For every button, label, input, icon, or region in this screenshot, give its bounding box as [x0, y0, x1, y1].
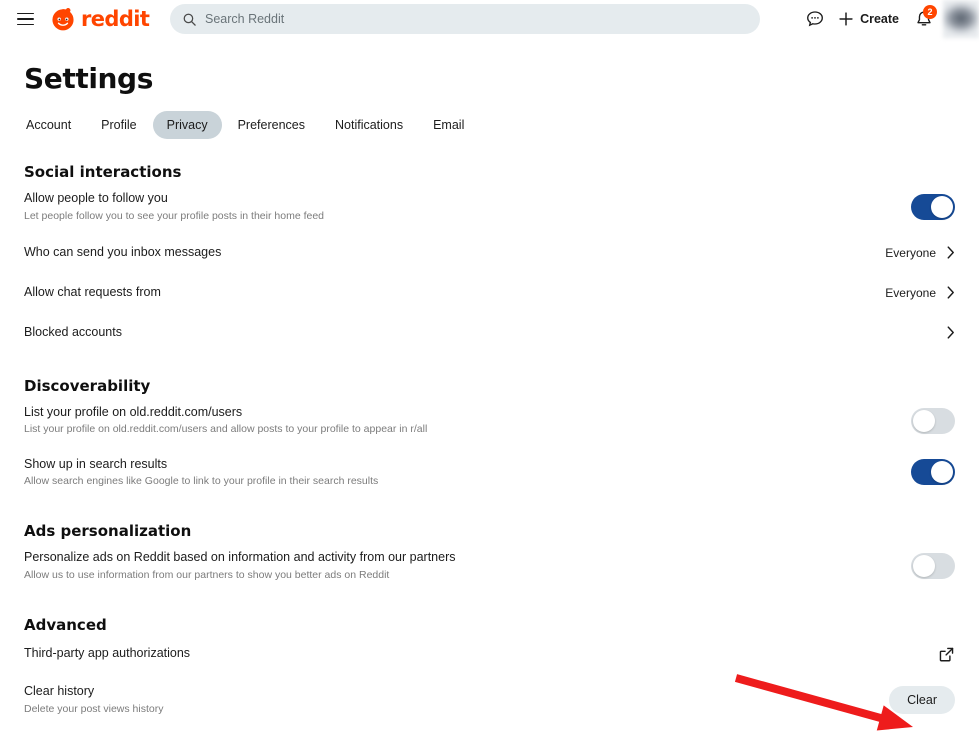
row-control — [911, 193, 955, 220]
row-label: Clear history — [24, 684, 95, 698]
row-text: Allow people to follow you Let people fo… — [24, 191, 324, 223]
row-control — [938, 646, 955, 663]
tab-privacy[interactable]: Privacy — [152, 111, 222, 139]
toggle-show-up-in-search-results[interactable] — [911, 459, 955, 486]
row-control: Clear — [889, 685, 955, 715]
chevron-right-icon[interactable] — [946, 325, 955, 340]
notifications-badge: 2 — [923, 5, 937, 19]
reddit-logo-icon — [52, 8, 74, 31]
row-description: Allow search engines like Google to link… — [24, 475, 379, 488]
row-label: Personalize ads on Reddit based on infor… — [24, 550, 456, 565]
row-text: Show up in search results Allow search e… — [24, 457, 378, 489]
create-button-label: Create — [860, 12, 899, 26]
toggle-knob — [913, 409, 935, 432]
section-title-ads-personalization: Ads personalization — [24, 522, 192, 541]
external-link-icon[interactable] — [938, 646, 955, 663]
reddit-logo[interactable]: reddit — [50, 6, 150, 32]
row-show-up-in-search-results[interactable]: Show up in search results Allow search e… — [24, 447, 955, 499]
top-navigation-bar: reddit Create — [0, 0, 979, 38]
row-clear-history[interactable]: Clear history Delete your post views his… — [24, 674, 955, 726]
row-label: Who can send you inbox messages — [24, 244, 222, 259]
row-control — [911, 407, 955, 434]
row-personalize-ads-on-reddit[interactable]: Personalize ads on Reddit based on infor… — [24, 540, 955, 592]
toggle-knob — [931, 461, 953, 484]
row-allow-people-to-follow-you[interactable]: Allow people to follow you Let people fo… — [24, 181, 955, 233]
reddit-logo-text: reddit — [81, 6, 150, 31]
settings-tabs: Account Profile Privacy Preferences Noti… — [12, 111, 955, 139]
row-description: Allow us to use information from our par… — [24, 568, 390, 581]
section-title-advanced: Advanced — [24, 616, 107, 634]
row-text: Blocked accounts — [24, 325, 122, 341]
section-title-discoverability: Discoverability — [24, 376, 151, 395]
tab-notifications[interactable]: Notifications — [321, 111, 417, 139]
avatar[interactable] — [943, 0, 979, 38]
row-label: Allow people to follow you — [24, 191, 168, 205]
row-label: Show up in search results — [24, 456, 168, 471]
row-label: Allow chat requests from — [24, 284, 161, 299]
toggle-personalize-ads-on-reddit[interactable] — [911, 553, 955, 580]
tab-preferences[interactable]: Preferences — [224, 111, 319, 139]
toggle-knob — [931, 195, 953, 218]
row-control: Everyone — [885, 285, 955, 300]
row-control — [946, 325, 955, 340]
row-text: Third-party app authorizations — [24, 646, 190, 662]
row-control — [911, 553, 955, 580]
toggle-list-your-profile-on-old-reddit[interactable] — [911, 407, 955, 434]
chat-bubble-icon[interactable] — [798, 4, 832, 34]
row-control — [911, 459, 955, 486]
row-description: List your profile on old.reddit.com/user… — [24, 423, 428, 436]
row-label: List your profile on old.reddit.com/user… — [24, 404, 243, 419]
search-icon — [183, 13, 196, 26]
settings-page: Settings Account Profile Privacy Prefere… — [0, 62, 979, 726]
row-value: Everyone — [885, 285, 936, 300]
chevron-right-icon[interactable] — [946, 285, 955, 300]
row-who-can-send-you-inbox-messages[interactable]: Who can send you inbox messages Everyone — [24, 233, 955, 273]
search-bar[interactable] — [170, 4, 760, 34]
toggle-allow-people-to-follow-you[interactable] — [911, 193, 955, 220]
row-text: Personalize ads on Reddit based on infor… — [24, 550, 455, 582]
notifications-button[interactable]: 2 — [907, 4, 941, 34]
row-text: Who can send you inbox messages — [24, 245, 221, 261]
row-text: List your profile on old.reddit.com/user… — [24, 405, 427, 437]
chevron-right-icon[interactable] — [946, 245, 955, 260]
row-label: Blocked accounts — [24, 324, 122, 339]
row-description: Let people follow you to see your profil… — [24, 209, 325, 222]
search-input[interactable] — [205, 12, 748, 26]
row-third-party-app-authorizations[interactable]: Third-party app authorizations — [24, 634, 955, 674]
hamburger-menu-icon[interactable] — [12, 6, 38, 32]
row-control: Everyone — [885, 245, 955, 260]
clear-history-button[interactable]: Clear — [889, 685, 955, 715]
tab-profile[interactable]: Profile — [87, 111, 150, 139]
tab-account[interactable]: Account — [12, 111, 85, 139]
row-list-your-profile-on-old-reddit[interactable]: List your profile on old.reddit.com/user… — [24, 395, 955, 447]
create-button[interactable]: Create — [832, 5, 907, 33]
row-description: Delete your post views history — [24, 702, 164, 715]
row-label: Third-party app authorizations — [24, 646, 191, 661]
page-title: Settings — [24, 62, 153, 95]
row-allow-chat-requests-from[interactable]: Allow chat requests from Everyone — [24, 273, 955, 313]
row-blocked-accounts[interactable]: Blocked accounts — [24, 313, 955, 353]
row-text: Clear history Delete your post views his… — [24, 684, 163, 716]
row-text: Allow chat requests from — [24, 285, 161, 301]
header-actions: Create 2 — [798, 0, 979, 38]
tab-email[interactable]: Email — [419, 111, 478, 139]
section-title-social-interactions: Social interactions — [24, 163, 182, 181]
row-value: Everyone — [885, 245, 936, 260]
toggle-knob — [913, 555, 935, 578]
plus-icon — [839, 12, 853, 26]
